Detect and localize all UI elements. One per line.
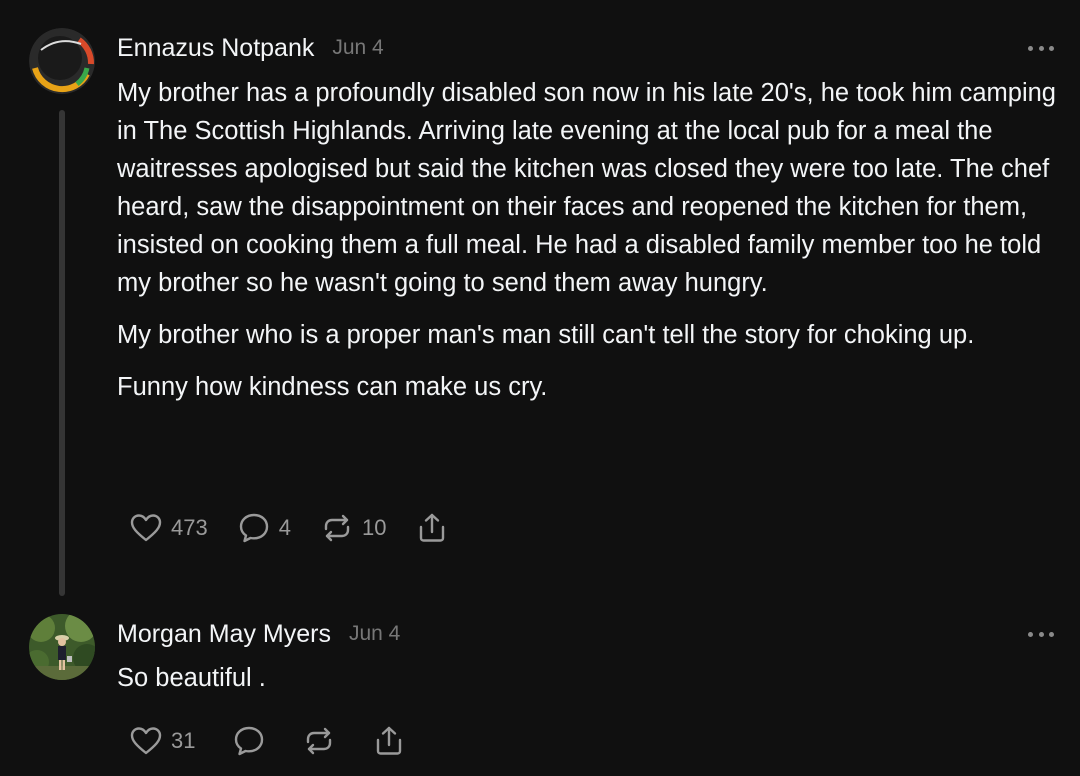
share-button[interactable] xyxy=(416,512,448,544)
paragraph: So beautiful . xyxy=(117,664,266,692)
reply-post: Morgan May Myers Jun 4 So beautiful . 31 xyxy=(0,600,1080,776)
action-bar: 31 xyxy=(130,721,443,761)
post-header: Morgan May Myers Jun 4 xyxy=(117,614,400,654)
repost-icon xyxy=(324,514,350,542)
comment-icon xyxy=(235,726,264,756)
like-button[interactable]: 473 xyxy=(130,513,208,543)
repost-button[interactable] xyxy=(303,725,335,757)
like-count: 31 xyxy=(171,728,196,753)
post-header: Ennazus Notpank Jun 4 xyxy=(117,28,384,68)
repost-count: 10 xyxy=(361,515,387,540)
paragraph: Funny how kindness can make us cry. xyxy=(117,373,548,401)
post-date[interactable]: Jun 4 xyxy=(349,622,400,646)
share-icon xyxy=(377,726,402,755)
post-date[interactable]: Jun 4 xyxy=(332,36,383,60)
like-button[interactable]: 31 xyxy=(130,726,195,756)
like-count: 473 xyxy=(171,515,208,540)
reply-count: 4 xyxy=(278,515,291,540)
more-icon[interactable] xyxy=(1028,624,1054,644)
reply-button[interactable]: 4 xyxy=(238,512,291,544)
post-text: So beautiful . xyxy=(117,659,1062,711)
thread-line xyxy=(59,110,65,596)
heart-icon xyxy=(130,514,162,542)
share-icon xyxy=(420,513,445,542)
heart-icon xyxy=(130,727,162,755)
reply-button[interactable] xyxy=(233,725,265,757)
repost-button[interactable]: 10 xyxy=(321,512,386,544)
more-icon[interactable] xyxy=(1028,38,1054,58)
paragraph: My brother who is a proper man's man sti… xyxy=(117,321,975,349)
avatar[interactable] xyxy=(29,614,95,680)
author-name[interactable]: Morgan May Myers xyxy=(117,620,331,649)
author-name[interactable]: Ennazus Notpank xyxy=(117,34,314,63)
avatar[interactable] xyxy=(29,28,95,94)
repost-icon xyxy=(307,727,332,755)
share-button[interactable] xyxy=(373,725,405,757)
paragraph: My brother has a profoundly disabled son… xyxy=(117,79,1056,297)
thread-post: Ennazus Notpank Jun 4 My brother has a p… xyxy=(0,0,1080,600)
comment-icon xyxy=(239,513,268,543)
post-text: My brother has a profoundly disabled son… xyxy=(117,74,1062,420)
action-bar: 473 4 10 xyxy=(130,508,478,548)
